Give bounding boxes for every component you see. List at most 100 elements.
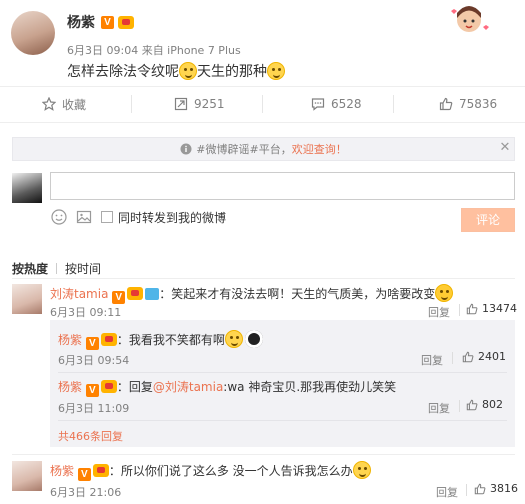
thumbs-up-icon <box>466 303 478 314</box>
verified-badge-icon: V <box>112 291 126 304</box>
comment-input[interactable] <box>50 172 515 200</box>
comment-like-count: 3816 <box>490 482 518 495</box>
post-author-avatar[interactable] <box>11 11 55 55</box>
reply-content: 杨紫 V ：回复@刘涛tamia:wa 神奇宝贝.那我再使劲儿笑笑 <box>58 378 396 397</box>
divider <box>12 278 515 279</box>
thumbs-up-icon <box>462 351 474 362</box>
post-author-row: 杨紫 V <box>67 12 134 32</box>
action-separator <box>459 400 460 412</box>
repost-checkbox-label: 同时转发到我的微博 <box>118 210 227 225</box>
favorite-label: 收藏 <box>62 97 87 112</box>
info-icon <box>180 143 192 155</box>
sort-tabs: 按热度 按时间 <box>12 260 101 276</box>
post-author-name[interactable]: 杨紫 <box>67 12 95 32</box>
comment-reply-link[interactable]: 回复 <box>436 484 458 500</box>
action-separator <box>459 304 460 316</box>
action-separator <box>262 95 263 113</box>
like-button[interactable]: 75836 <box>439 91 497 117</box>
reply-text: :wa 神奇宝贝.那我再使劲儿笑笑 <box>223 380 397 394</box>
comment-author[interactable]: 杨紫 <box>50 464 74 478</box>
reply-content: 杨紫 V ：我看我不笑都有啊 <box>58 330 263 350</box>
reply-time: 6月3日 11:09 <box>58 402 130 415</box>
smiley-icon <box>51 209 67 225</box>
comment-like-count: 13474 <box>482 302 517 315</box>
action-separator <box>452 352 453 364</box>
vip-badge-icon <box>127 287 144 300</box>
tab-sort-hot[interactable]: 按热度 <box>12 260 48 277</box>
comment-avatar[interactable] <box>12 461 42 491</box>
current-user-avatar <box>12 173 42 203</box>
post-meta: 6月3日 09:04 来自 iPhone 7 Plus <box>67 44 241 57</box>
notice-close-icon[interactable]: ✕ <box>499 141 511 155</box>
divider <box>58 420 507 421</box>
thumbs-up-icon <box>439 97 453 111</box>
divider <box>0 86 525 87</box>
image-icon <box>76 210 92 224</box>
vip-badge-icon <box>100 380 117 393</box>
divider <box>58 372 507 373</box>
reply-author[interactable]: 杨紫 <box>58 380 82 394</box>
reply-reply-link[interactable]: 回复 <box>421 352 443 368</box>
comment-text: ：所以你们说了这么多 没一个人告诉我怎么办 <box>108 464 353 478</box>
reply-like-count: 2401 <box>478 350 506 363</box>
comment-like-button[interactable]: 13474 <box>466 302 517 315</box>
heart-eyes-emoji-icon <box>435 284 454 302</box>
comment-text: ：笑起来才有没法去啊！天生的气质美，为啥要改变 <box>159 287 436 301</box>
image-upload-button[interactable] <box>76 209 92 225</box>
reply-mention-link[interactable]: @刘涛tamia <box>153 380 223 394</box>
repost-icon <box>174 97 188 111</box>
vip-badge-icon <box>118 15 134 29</box>
comment-author[interactable]: 刘涛tamia <box>50 287 108 301</box>
comment-time: 6月3日 21:06 <box>50 486 122 499</box>
star-icon <box>42 97 56 111</box>
emoji-picker-button[interactable] <box>51 209 67 225</box>
comment-content: 刘涛tamia V ：笑起来才有没法去啊！天生的气质美，为啥要改变 <box>50 284 470 304</box>
vip-badge-icon <box>100 333 117 346</box>
post-text-part1: 怎样去除法令纹呢 <box>67 64 179 80</box>
repost-count: 9251 <box>194 97 225 111</box>
tab-sort-time[interactable]: 按时间 <box>65 260 101 277</box>
comment-time: 6月3日 09:11 <box>50 306 122 319</box>
repost-checkbox-row[interactable]: 同时转发到我的微博 <box>101 209 226 225</box>
thumbs-up-icon <box>466 399 478 410</box>
smile-emoji-icon <box>224 330 243 348</box>
tab-separator <box>56 262 58 274</box>
action-separator <box>466 484 467 496</box>
reply-author[interactable]: 杨紫 <box>58 333 82 347</box>
verified-badge-icon: V <box>101 15 114 29</box>
decoration-avatar <box>448 3 490 37</box>
reply-like-button[interactable]: 2401 <box>462 350 506 363</box>
action-separator <box>131 95 132 113</box>
reply-like-button[interactable]: 802 <box>466 398 503 411</box>
verified-badge-icon: V <box>85 337 99 350</box>
comment-icon <box>311 98 325 111</box>
verified-badge-icon: V <box>77 468 91 481</box>
panda-emoji-icon <box>244 330 263 348</box>
repost-button[interactable]: 9251 <box>174 91 225 117</box>
comment-content: 杨紫 V ：所以你们说了这么多 没一个人告诉我怎么办 <box>50 461 371 481</box>
post-text-part2: 天生的那种 <box>197 64 267 80</box>
comment-button[interactable]: 6528 <box>311 91 362 117</box>
smile-emoji-icon <box>267 62 285 80</box>
reply-reply-link[interactable]: 回复 <box>428 400 450 416</box>
notice-link[interactable]: 欢迎查询！ <box>292 141 347 157</box>
like-count: 75836 <box>459 97 498 111</box>
thumbs-up-icon <box>474 483 486 494</box>
comment-count: 6528 <box>331 97 362 111</box>
smile-emoji-icon <box>352 461 371 479</box>
smile-emoji-icon <box>179 62 197 80</box>
comment-like-button[interactable]: 3816 <box>474 482 518 495</box>
post-text: 怎样去除法令纹呢 天生的那种 <box>67 62 285 82</box>
reply-text: ：我看我不笑都有啊 <box>116 333 225 347</box>
comment-avatar[interactable] <box>12 284 42 314</box>
reply-text-prefix: ：回复 <box>116 380 153 394</box>
favorite-button[interactable]: 收藏 <box>42 91 86 117</box>
repost-checkbox[interactable] <box>101 211 113 223</box>
action-separator <box>393 95 394 113</box>
comment-reply-link[interactable]: 回复 <box>428 304 450 320</box>
submit-comment-button[interactable]: 评论 <box>461 208 515 232</box>
verified-badge-icon: V <box>85 384 99 397</box>
reply-time: 6月3日 09:54 <box>58 354 130 367</box>
more-replies-link[interactable]: 共466条回复 <box>58 428 123 444</box>
camera-badge-icon <box>145 288 160 300</box>
